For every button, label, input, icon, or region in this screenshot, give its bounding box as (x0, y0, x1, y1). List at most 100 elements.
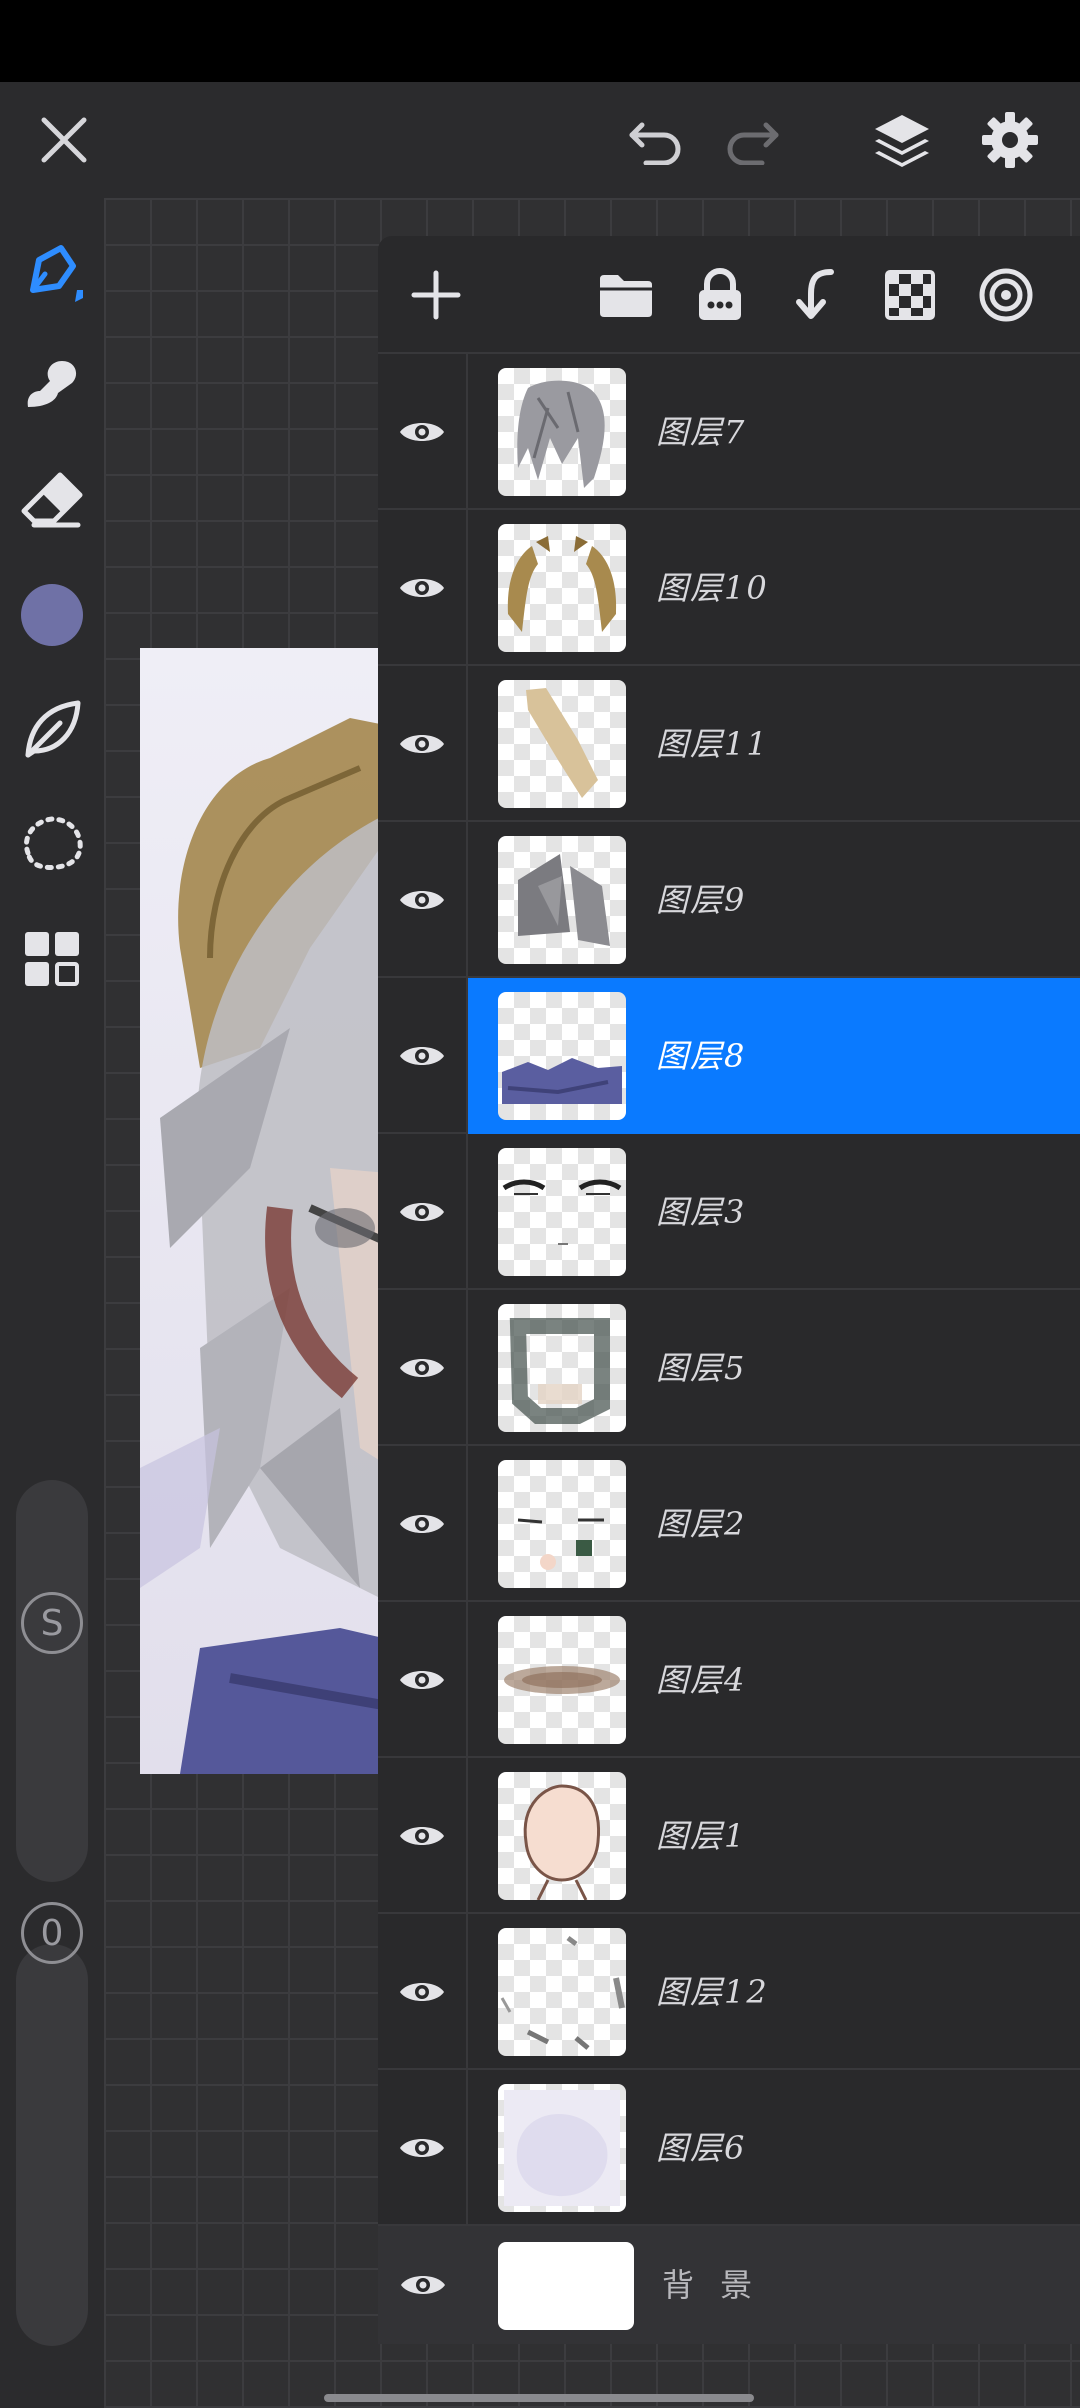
layer-thumbnail (498, 1148, 626, 1276)
add-layer-button[interactable] (398, 236, 474, 354)
color-swatch (21, 584, 83, 646)
layer-thumbnail (498, 680, 626, 808)
layer-thumbnail (498, 1772, 626, 1900)
lasso-select-tool[interactable] (0, 798, 104, 888)
eraser-icon (21, 472, 83, 528)
visibility-toggle[interactable] (378, 1914, 468, 2070)
redo-icon (727, 122, 779, 165)
layer-name: 图层11 (656, 725, 769, 763)
layer-thumbnail (498, 836, 626, 964)
visibility-toggle[interactable] (378, 354, 468, 510)
layer-row[interactable]: 图层2 (378, 1446, 1080, 1602)
smudge-icon (27, 361, 77, 407)
layers-panel: 图层7 图层10 图层11 图层9 图层8 图层3 图层5 图层2 图层4 图层… (378, 236, 1080, 2344)
settings-button[interactable] (970, 82, 1050, 198)
layer-row[interactable]: 图层11 (378, 666, 1080, 822)
target-icon (979, 268, 1033, 322)
eye-icon (400, 1515, 444, 1533)
background-layer-row[interactable]: 背 景 (378, 2226, 1080, 2344)
visibility-toggle[interactable] (378, 1602, 468, 1758)
visibility-toggle[interactable] (378, 2226, 468, 2344)
add-icon (411, 270, 461, 320)
status-bar (0, 0, 1080, 82)
layer-thumbnail (498, 1616, 626, 1744)
drawing-app: S 0 图层7 图层10 图层11 图层9 图层8 图层3 图层5 图层2 图层… (0, 82, 1080, 2408)
merge-down-button[interactable] (776, 236, 852, 354)
layer-row[interactable]: 图层12 (378, 1914, 1080, 2070)
visibility-toggle[interactable] (378, 822, 468, 978)
merge-down-icon (796, 269, 834, 319)
layer-row[interactable]: 图层1 (378, 1758, 1080, 1914)
color-swatch-button[interactable] (0, 570, 104, 660)
visibility-toggle[interactable] (378, 978, 468, 1134)
transparency-button[interactable] (872, 236, 948, 354)
layer-row[interactable]: 图层10 (378, 510, 1080, 666)
eye-icon (400, 1983, 444, 2001)
folder-button[interactable] (588, 236, 664, 354)
smudge-tool[interactable] (0, 338, 104, 428)
left-toolbar: S 0 (0, 198, 104, 2408)
layer-name: 图层9 (656, 881, 747, 919)
layer-name: 图层3 (656, 1193, 747, 1231)
eye-icon (400, 1047, 444, 1065)
folder-icon (600, 275, 652, 317)
layer-thumbnail (498, 368, 626, 496)
layers-button[interactable] (862, 82, 942, 198)
undo-button[interactable] (616, 82, 696, 198)
layer-name: 图层10 (656, 569, 769, 607)
leaf-icon (25, 700, 81, 758)
layer-thumbnail (498, 2084, 626, 2212)
eye-icon (400, 891, 444, 909)
visibility-toggle[interactable] (378, 510, 468, 666)
eraser-tool[interactable] (0, 454, 104, 544)
visibility-toggle[interactable] (378, 666, 468, 822)
layer-row[interactable]: 图层3 (378, 1134, 1080, 1290)
layer-name: 图层2 (656, 1505, 747, 1543)
pencil-icon (30, 245, 83, 302)
settings-icon (982, 112, 1038, 168)
layer-name: 图层4 (656, 1661, 747, 1699)
layers-panel-header (378, 236, 1080, 354)
top-bar (0, 82, 1080, 198)
visibility-toggle[interactable] (378, 1134, 468, 1290)
grid-tool[interactable] (0, 914, 104, 1004)
layer-row[interactable]: 图层9 (378, 822, 1080, 978)
eye-icon (400, 1671, 444, 1689)
layer-row[interactable]: 图层6 (378, 2070, 1080, 2226)
layer-row[interactable]: 图层4 (378, 1602, 1080, 1758)
close-icon (41, 117, 87, 163)
eye-icon (400, 1827, 444, 1845)
checkerboard-icon (885, 270, 935, 320)
eye-icon (400, 423, 444, 441)
visibility-toggle[interactable] (378, 1446, 468, 1602)
redo-button[interactable] (712, 82, 792, 198)
eye-icon (401, 2276, 445, 2294)
layer-name: 图层6 (656, 2129, 747, 2167)
layer-row[interactable]: 图层8 (378, 978, 1080, 1134)
visibility-toggle[interactable] (378, 2070, 468, 2226)
pencil-tool[interactable] (0, 228, 104, 318)
target-button[interactable] (968, 236, 1044, 354)
eye-icon (400, 2139, 444, 2157)
layer-name: 图层8 (656, 1037, 747, 1075)
close-button[interactable] (20, 82, 108, 198)
layers-icon (875, 115, 929, 167)
opacity-slider[interactable] (16, 1944, 88, 2346)
eye-icon (400, 1359, 444, 1377)
eye-icon (400, 735, 444, 753)
layer-name: 图层1 (656, 1817, 747, 1855)
size-slider-badge: S (21, 1592, 83, 1654)
lock-icon (699, 268, 741, 320)
layer-row[interactable]: 图层7 (378, 354, 1080, 510)
layer-row[interactable]: 图层5 (378, 1290, 1080, 1446)
layer-thumbnail (498, 1304, 626, 1432)
background-layer-name: 背 景 (662, 2266, 761, 2304)
leaf-tool[interactable] (0, 684, 104, 774)
layer-name: 图层7 (656, 413, 747, 451)
visibility-toggle[interactable] (378, 1758, 468, 1914)
brush-size-slider[interactable] (16, 1480, 88, 1882)
visibility-toggle[interactable] (378, 1290, 468, 1446)
eye-icon (400, 579, 444, 597)
lasso-select-icon (24, 816, 83, 870)
lock-button[interactable] (682, 236, 758, 354)
